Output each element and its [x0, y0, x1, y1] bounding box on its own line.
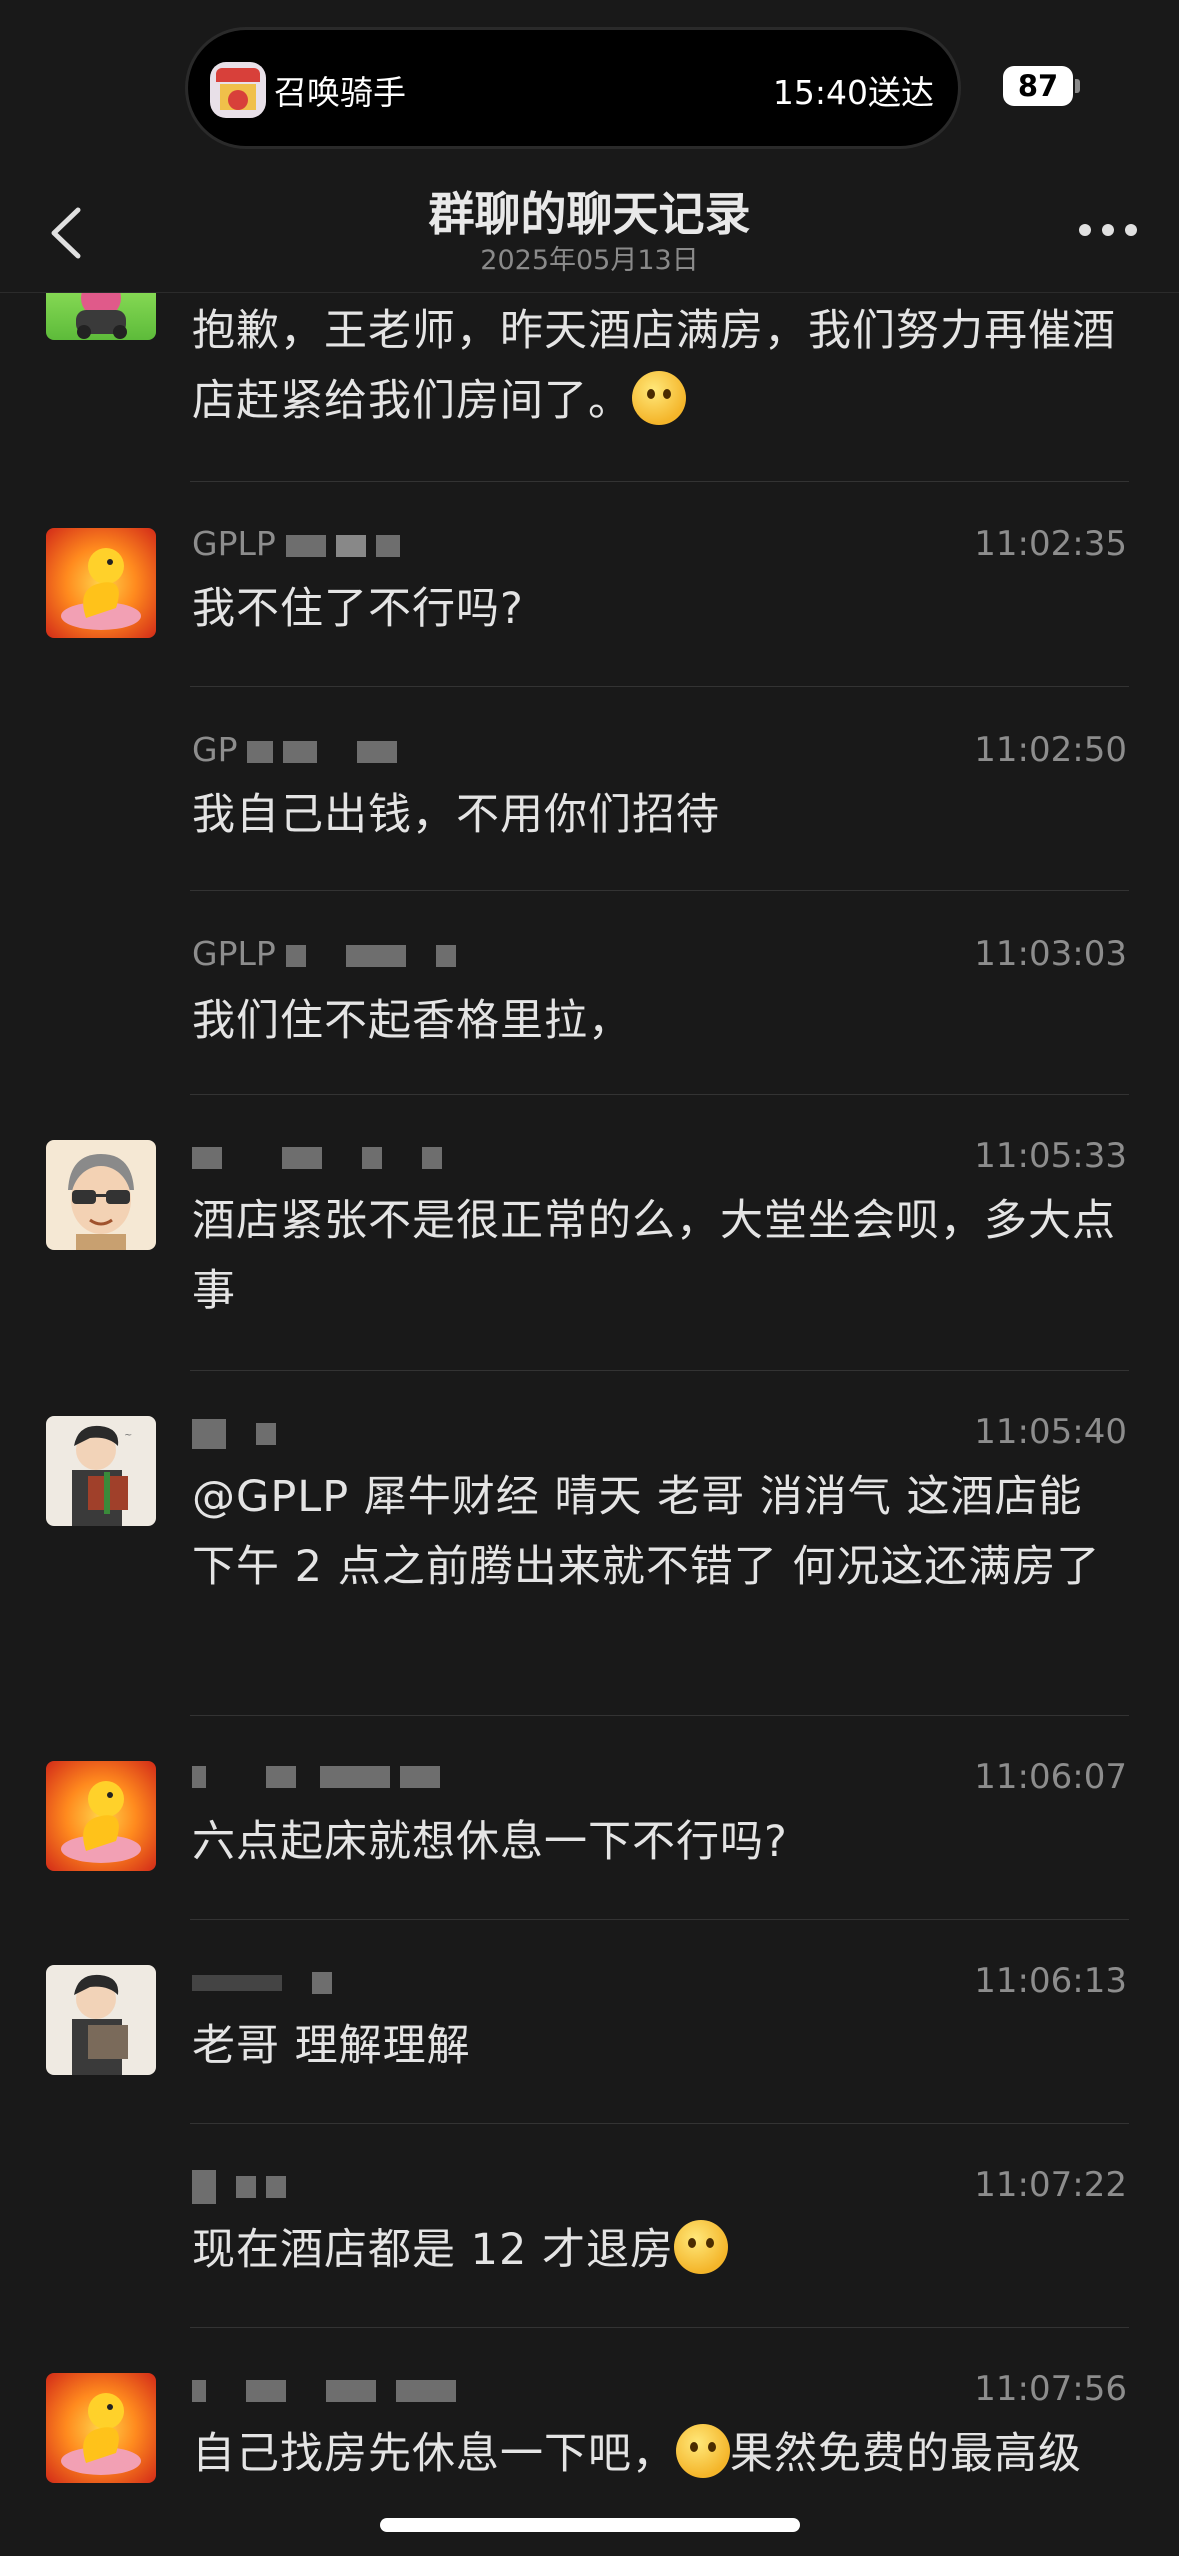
- message-time: 11:07:22: [974, 2165, 1127, 2205]
- message-text: 自己找房先休息一下吧， 果然免费的最高级: [192, 2419, 1122, 2489]
- sender-name: [192, 2369, 456, 2408]
- sender-name: GP: [192, 730, 398, 769]
- delivery-eta: 15:40送达: [772, 73, 934, 112]
- message-text: 我们住不起香格里拉，: [192, 996, 632, 1046]
- pleading-face-icon: [632, 371, 686, 425]
- sender-name: [192, 1412, 276, 1451]
- message-text: 我不住了不行吗?: [192, 584, 524, 634]
- message-time: 11:03:03: [974, 934, 1127, 974]
- sender-name: [192, 1136, 442, 1175]
- message-text: 现在酒店都是 12 才退房: [192, 2215, 1122, 2285]
- message-time: 11:06:13: [974, 1961, 1127, 2001]
- nav-header: 群聊的聊天记录 2025年05月13日: [0, 170, 1179, 293]
- avatar[interactable]: [46, 1761, 156, 1871]
- message-text: 酒店紧张不是很正常的么，大堂坐会呗，多大点事: [192, 1196, 1116, 1316]
- sender-name: [192, 1755, 440, 1794]
- sender-name: [192, 2165, 286, 2204]
- avatar[interactable]: [46, 1140, 156, 1250]
- message-time: 11:07:56: [974, 2369, 1127, 2409]
- message-time: 11:05:33: [974, 1136, 1127, 1176]
- avatar[interactable]: [46, 528, 156, 638]
- message-text: 六点起床就想休息一下不行吗?: [192, 1817, 788, 1867]
- sender-name: GPLP: [192, 524, 400, 563]
- message-time: 11:02:35: [974, 524, 1127, 564]
- battery-icon: 87: [1003, 66, 1073, 106]
- home-indicator[interactable]: [380, 2518, 800, 2532]
- crying-face-icon: [676, 2424, 730, 2478]
- battery-nub: [1075, 79, 1080, 93]
- crying-face-icon: [674, 2220, 729, 2274]
- message-time: 11:05:40: [974, 1412, 1127, 1452]
- svg-text:~: ~: [124, 1430, 132, 1441]
- live-activity-island[interactable]: 召唤骑手 15:40送达: [188, 30, 958, 146]
- more-dots-icon[interactable]: [1073, 210, 1143, 250]
- avatar[interactable]: [46, 1965, 156, 2075]
- page-title: 群聊的聊天记录: [428, 187, 751, 241]
- sender-name: GPLP: [192, 934, 456, 973]
- delivery-app-icon: [210, 62, 266, 118]
- message-text: 老哥 理解理解: [192, 2021, 471, 2071]
- avatar[interactable]: [46, 2373, 156, 2483]
- message-time: 11:06:07: [974, 1757, 1127, 1797]
- message-text: 我自己出钱，不用你们招待: [192, 790, 720, 840]
- message-time: 11:02:50: [974, 730, 1127, 770]
- avatar[interactable]: ~: [46, 1416, 156, 1526]
- message-text: @GPLP 犀牛财经 晴天 老哥 消消气 这酒店能下午 2 点之前腾出来就不错了…: [192, 1472, 1101, 1592]
- sender-name: [192, 1961, 332, 2000]
- activity-label: 召唤骑手: [274, 73, 406, 112]
- message-text: 抱歉，王老师，昨天酒店满房，我们努力再催酒店赶紧给我们房间了。: [192, 306, 1116, 426]
- page-date: 2025年05月13日: [480, 245, 699, 276]
